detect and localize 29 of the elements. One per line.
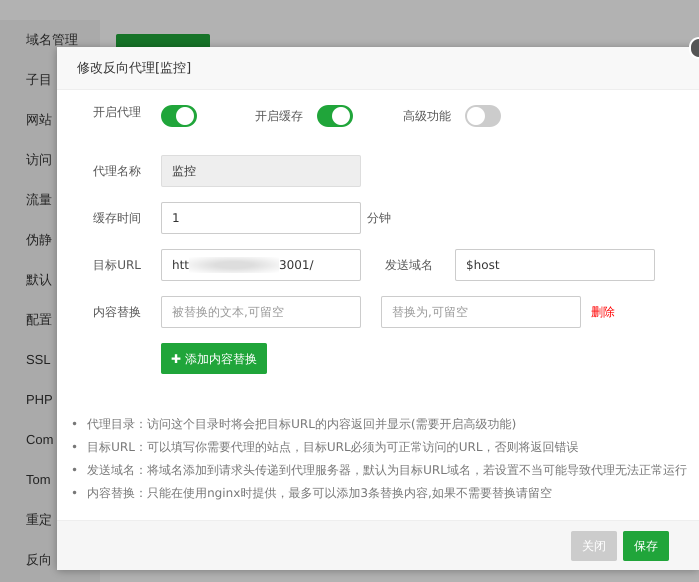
bullet-icon: •	[71, 439, 78, 455]
toggle-switch[interactable]	[465, 105, 501, 127]
replace-to-field[interactable]: 替换为,可留空	[381, 296, 581, 328]
bullet-icon: •	[71, 462, 78, 478]
toggle-switch[interactable]	[161, 105, 197, 127]
tip-text: 代理目录：访问这个目录时将会把目标URL的内容返回并显示(需要开启高级功能)	[87, 416, 516, 432]
field-label: 内容替换	[92, 304, 142, 321]
switch-label: 开启代理	[92, 104, 142, 121]
bullet-icon: •	[71, 416, 78, 432]
switch-label: 高级功能	[403, 108, 451, 125]
field-label: 发送域名	[385, 257, 433, 274]
url-field[interactable]: htt 3001/	[161, 249, 361, 281]
tip-text: 目标URL：可以填写你需要代理的站点，目标URL必须为可正常访问的URL，否则将返回错误	[87, 439, 578, 455]
unit-label: 分钟	[367, 210, 391, 227]
toggle-switch[interactable]	[317, 105, 353, 127]
bullet-icon: •	[71, 485, 78, 501]
host-field[interactable]: $host	[455, 249, 655, 281]
switch-label: 开启缓存	[255, 108, 303, 125]
field-label: 代理名称	[92, 163, 142, 180]
tip-text: 内容替换：只能在使用nginx时提供，最多可以添加3条替换内容,如果不需要替换请留空	[87, 485, 552, 501]
delete-link[interactable]: 删除	[591, 303, 615, 321]
cache-time-field[interactable]: 1	[161, 202, 361, 234]
field-label: 缓存时间	[92, 210, 142, 227]
dialog-title: 修改反向代理[监控]	[57, 47, 699, 90]
plus-icon: ✚	[171, 352, 182, 366]
tip-text: 发送域名：将域名添加到请求头传递到代理服务器，默认为目标URL域名，若设置不当可能导致代理无法正常运行	[87, 462, 687, 478]
field-label: 目标URL	[92, 257, 142, 274]
close-icon[interactable]	[689, 37, 699, 59]
replace-from-field[interactable]: 被替换的文本,可留空	[161, 296, 361, 328]
